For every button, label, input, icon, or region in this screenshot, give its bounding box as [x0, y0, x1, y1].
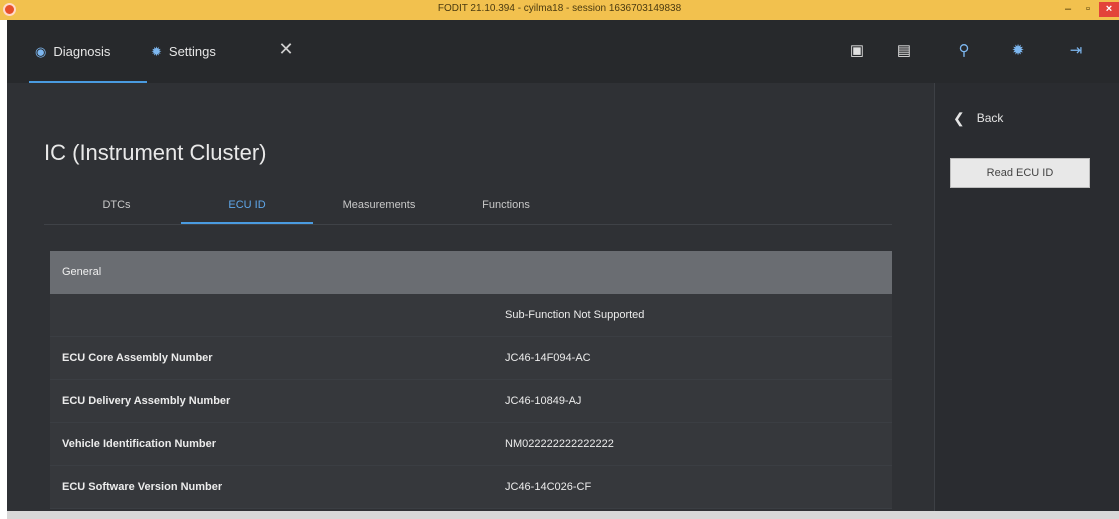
- chevron-left-icon: ❮: [953, 109, 965, 126]
- table-row: Vehicle Identification Number NM02222222…: [50, 423, 892, 466]
- table-section-header: General: [50, 251, 892, 294]
- row-key: ECU Delivery Assembly Number: [62, 395, 231, 407]
- tab-dtcs[interactable]: DTCs: [64, 188, 169, 225]
- nav-tab-diagnosis[interactable]: ◉ Diagnosis: [27, 20, 147, 83]
- row-value: JC46-14C026-CF: [505, 481, 592, 493]
- gear-icon: ✹: [151, 43, 162, 59]
- page-title: IC (Instrument Cluster): [44, 140, 267, 165]
- document-icon[interactable]: ▤: [893, 40, 915, 62]
- app-body: ◉ Diagnosis ✹ Settings ✕ ▣ ▤ ⚲ ✹ ⇥ IC (I…: [7, 20, 1119, 511]
- nav-tab-settings[interactable]: ✹ Settings: [151, 20, 261, 83]
- minimize-button[interactable]: –: [1057, 2, 1079, 17]
- logout-icon[interactable]: ⇥: [1065, 40, 1087, 62]
- bottom-bar: [7, 511, 1119, 519]
- close-tab-icon[interactable]: ✕: [275, 38, 297, 60]
- row-key: ECU Core Assembly Number: [62, 352, 213, 364]
- back-label: Back: [976, 111, 1004, 125]
- nav-tab-diagnosis-label: Diagnosis: [53, 44, 111, 59]
- settings-icon[interactable]: ✹: [1007, 40, 1029, 62]
- search-icon[interactable]: ⚲: [953, 40, 975, 62]
- row-key: Vehicle Identification Number: [62, 438, 217, 450]
- ecu-tabs: DTCs ECU ID Measurements Functions: [44, 188, 892, 225]
- main-content: IC (Instrument Cluster) DTCs ECU ID Meas…: [7, 83, 934, 511]
- tab-measurements[interactable]: Measurements: [314, 188, 444, 225]
- active-tab-indicator: [181, 222, 313, 224]
- table-row: ECU Delivery Assembly Number JC46-10849-…: [50, 380, 892, 423]
- table-row: Sub-Function Not Supported: [50, 294, 892, 337]
- tab-functions[interactable]: Functions: [456, 188, 556, 225]
- top-navigation: ◉ Diagnosis ✹ Settings ✕ ▣ ▤ ⚲ ✹ ⇥: [7, 20, 1119, 83]
- right-panel: ❮ Back Read ECU ID: [934, 83, 1119, 511]
- app-window: FODIT 21.10.394 - cyilma18 - session 163…: [0, 0, 1119, 519]
- phone-icon[interactable]: ▣: [846, 40, 868, 62]
- nav-tab-settings-label: Settings: [168, 44, 216, 59]
- back-button[interactable]: ❮ Back: [953, 108, 1003, 128]
- window-title: FODIT 21.10.394 - cyilma18 - session 163…: [437, 3, 682, 14]
- read-ecu-id-button[interactable]: Read ECU ID: [950, 158, 1090, 188]
- table-row: ECU Software Version Number JC46-14C026-…: [50, 466, 892, 509]
- globe-icon: ◉: [35, 43, 47, 59]
- row-value: JC46-10849-AJ: [505, 395, 582, 407]
- close-window-button[interactable]: ×: [1099, 2, 1119, 17]
- row-value: Sub-Function Not Supported: [505, 309, 645, 321]
- row-value: JC46-14F094-AC: [505, 352, 591, 364]
- tab-ecu-id[interactable]: ECU ID: [181, 188, 313, 225]
- table-row: ECU Core Assembly Number JC46-14F094-AC: [50, 337, 892, 380]
- title-bar: FODIT 21.10.394 - cyilma18 - session 163…: [0, 0, 1119, 20]
- maximize-button[interactable]: ▫: [1077, 2, 1099, 17]
- row-key: ECU Software Version Number: [62, 481, 223, 493]
- row-value: NM022222222222222: [505, 438, 614, 450]
- ecu-id-table: General Sub-Function Not Supported ECU C…: [50, 251, 892, 509]
